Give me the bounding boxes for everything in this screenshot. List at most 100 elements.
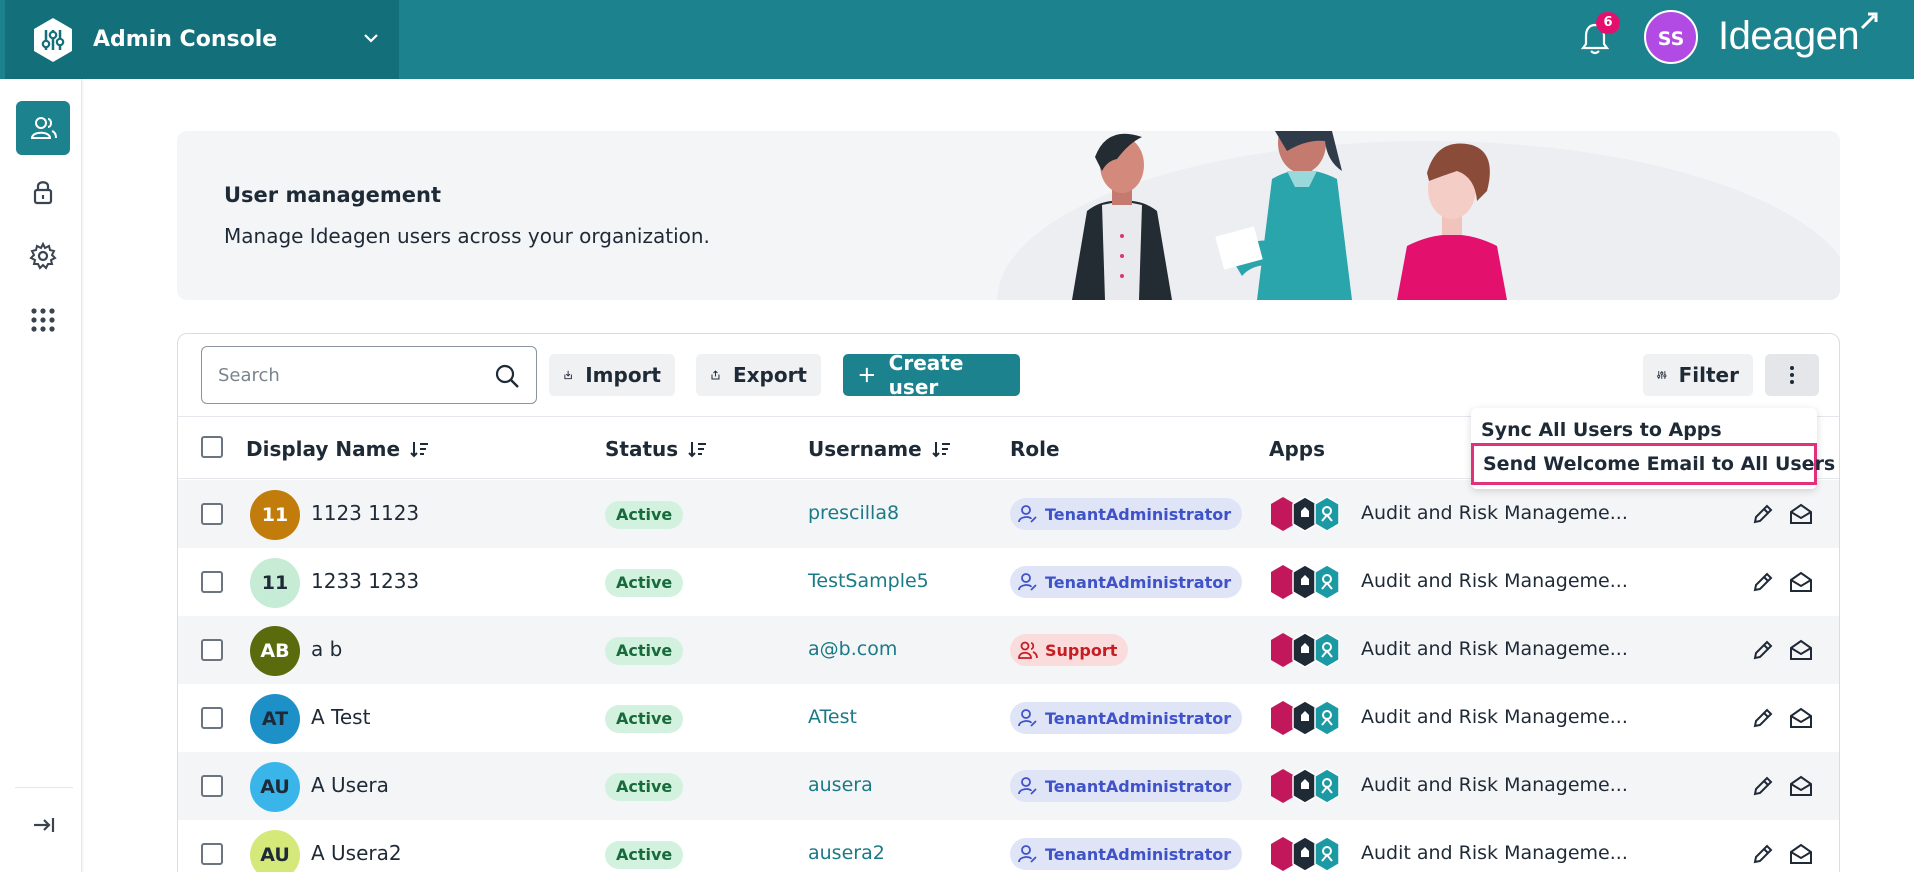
edit-pencil-icon[interactable] <box>1751 706 1775 730</box>
top-bar: Admin Console 6 SS Ideagen <box>0 0 1914 79</box>
people-illustration <box>997 131 1840 300</box>
chevron-down-icon <box>364 34 378 43</box>
username-link[interactable]: ausera2 <box>808 842 885 864</box>
column-header-status[interactable]: Status <box>605 437 708 461</box>
users-icon <box>1018 641 1038 659</box>
apps-list-text: Audit and Risk Manageme... <box>1361 774 1628 796</box>
app-icons-group <box>1271 768 1340 804</box>
user-edit-icon <box>1018 505 1037 523</box>
app-title: Admin Console <box>93 27 278 52</box>
role-label: TenantAdministrator <box>1045 708 1232 728</box>
filter-sliders-icon <box>1657 371 1667 379</box>
column-header-role: Role <box>1010 437 1060 461</box>
edit-pencil-icon[interactable] <box>1751 774 1775 798</box>
app-hex-pink-icon <box>1271 565 1295 599</box>
menu-item-sync-all-users[interactable]: Sync All Users to Apps <box>1481 419 1722 441</box>
sidebar-item-settings[interactable] <box>16 229 70 283</box>
import-button[interactable]: Import <box>549 354 675 396</box>
user-initials-avatar: AU <box>250 830 300 872</box>
mail-icon[interactable] <box>1789 570 1813 594</box>
username-link[interactable]: ausera <box>808 774 873 796</box>
edit-pencil-icon[interactable] <box>1751 638 1775 662</box>
user-display-name: 1233 1233 <box>311 569 420 593</box>
username-link[interactable]: TestSample5 <box>808 570 929 592</box>
search-box <box>201 346 537 404</box>
create-user-button[interactable]: Create user <box>843 351 1020 399</box>
filter-label: Filter <box>1678 363 1739 387</box>
user-edit-icon <box>1018 777 1037 795</box>
sidebar-item-security[interactable] <box>16 165 70 219</box>
select-all-checkbox[interactable] <box>201 436 223 458</box>
row-checkbox[interactable] <box>201 775 223 797</box>
sidebar-collapse-button[interactable] <box>16 798 70 852</box>
row-checkbox[interactable] <box>201 707 223 729</box>
apps-list-text: Audit and Risk Manageme... <box>1361 638 1628 660</box>
table-row: 11 1123 1123 Active prescilla8 TenantAdminis… <box>178 480 1839 548</box>
edit-pencil-icon[interactable] <box>1751 570 1775 594</box>
apps-list-text: Audit and Risk Manageme... <box>1361 570 1628 592</box>
more-options-menu: Sync All Users to Apps Send Welcome Emai… <box>1471 408 1835 489</box>
sidebar-item-apps[interactable] <box>16 293 70 347</box>
filter-button[interactable]: Filter <box>1643 354 1753 396</box>
mail-icon[interactable] <box>1789 638 1813 662</box>
mail-icon[interactable] <box>1789 502 1813 526</box>
role-label: TenantAdministrator <box>1045 572 1232 592</box>
sidebar-divider <box>15 787 73 788</box>
user-display-name: 1123 1123 <box>311 501 420 525</box>
users-icon <box>30 117 57 139</box>
more-options-button[interactable] <box>1765 354 1819 396</box>
app-hex-pink-icon <box>1271 769 1295 803</box>
column-header-display-name[interactable]: Display Name <box>246 437 430 461</box>
app-icons-group <box>1271 496 1340 532</box>
username-link[interactable]: a@b.com <box>808 638 897 660</box>
username-link[interactable]: prescilla8 <box>808 502 899 524</box>
row-checkbox[interactable] <box>201 503 223 525</box>
user-avatar[interactable]: SS <box>1644 10 1698 64</box>
brand-mark-icon <box>1860 12 1878 30</box>
sort-icon <box>688 442 707 458</box>
user-edit-icon <box>1018 573 1037 591</box>
user-initials-avatar: AB <box>250 626 300 676</box>
hero-banner: User management Manage Ideagen users acr… <box>177 131 1840 300</box>
role-label: TenantAdministrator <box>1045 504 1232 524</box>
edit-pencil-icon[interactable] <box>1751 502 1775 526</box>
user-display-name: a b <box>311 637 343 661</box>
column-header-username[interactable]: Username <box>808 437 952 461</box>
table-row: AU A Usera Active ausera TenantAdministrator… <box>178 752 1839 820</box>
app-icons-group <box>1271 836 1340 872</box>
row-checkbox[interactable] <box>201 843 223 865</box>
user-initials-avatar: 11 <box>250 558 300 608</box>
app-switcher[interactable]: Admin Console <box>5 0 399 79</box>
search-input[interactable] <box>218 361 478 389</box>
export-button[interactable]: Export <box>696 354 821 396</box>
row-checkbox[interactable] <box>201 639 223 661</box>
table-row: AB a b Active a@b.com Support Audit and Risk … <box>178 616 1839 684</box>
role-badge: TenantAdministrator <box>1010 838 1243 870</box>
sidebar-item-users[interactable] <box>16 101 70 155</box>
apps-list-text: Audit and Risk Manageme... <box>1361 706 1628 728</box>
sort-icon <box>410 442 429 458</box>
role-label: TenantAdministrator <box>1045 776 1232 796</box>
mail-icon[interactable] <box>1789 774 1813 798</box>
user-display-name: A Usera <box>311 773 389 797</box>
menu-item-send-welcome-email[interactable]: Send Welcome Email to All Users <box>1471 443 1835 485</box>
role-label: TenantAdministrator <box>1045 844 1232 864</box>
user-initials-avatar: AT <box>250 694 300 744</box>
status-badge: Active <box>605 501 684 529</box>
role-badge: TenantAdministrator <box>1010 566 1243 598</box>
sort-icon <box>932 442 950 458</box>
username-link[interactable]: ATest <box>808 706 857 728</box>
mail-icon[interactable] <box>1789 706 1813 730</box>
mail-icon[interactable] <box>1789 842 1813 866</box>
page-subtitle: Manage Ideagen users across your organiz… <box>224 224 710 248</box>
search-icon[interactable] <box>494 363 520 389</box>
status-badge: Active <box>605 569 684 597</box>
app-hex-pink-icon <box>1271 701 1295 735</box>
row-checkbox[interactable] <box>201 571 223 593</box>
table-row: AT A Test Active ATest TenantAdministrator Au… <box>178 684 1839 752</box>
admin-console-logo-icon <box>34 17 72 62</box>
edit-pencil-icon[interactable] <box>1751 842 1775 866</box>
column-header-apps: Apps <box>1269 437 1326 461</box>
status-badge: Active <box>605 637 684 665</box>
apps-list-text: Audit and Risk Manageme... <box>1361 502 1628 524</box>
